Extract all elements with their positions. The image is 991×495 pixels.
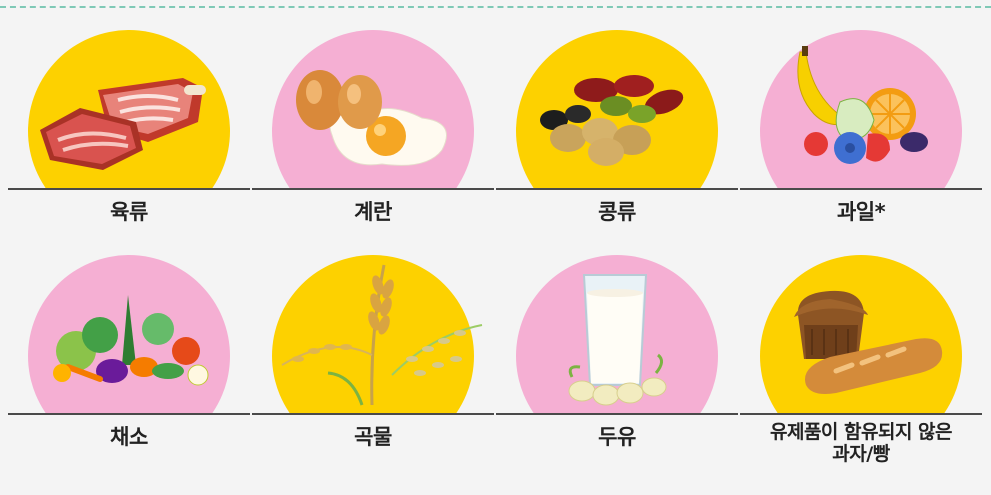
grain-icon <box>281 264 483 406</box>
food-tile-soy-milk: 두유 <box>496 255 738 495</box>
food-label: 콩류 <box>598 200 636 224</box>
divider-line <box>252 413 494 415</box>
food-label: 유제품이 함유되지 않은 과자/빵 <box>740 421 982 465</box>
food-label: 곡물 <box>354 425 392 449</box>
divider-line <box>252 188 494 190</box>
food-label: 두유 <box>598 425 636 449</box>
divider-line <box>740 188 982 190</box>
divider-line <box>8 413 250 415</box>
meat-icon <box>40 78 206 170</box>
food-label-line-1: 유제품이 함유되지 않은 <box>769 421 953 443</box>
soy-milk-icon <box>568 274 667 406</box>
top-dashed-border <box>0 6 991 8</box>
food-label: 계란 <box>354 200 392 224</box>
food-tile-grain: 곡물 <box>252 255 494 495</box>
beans-icon <box>540 75 684 166</box>
bread-icon <box>794 290 943 394</box>
food-label: 과일* <box>836 200 886 224</box>
divider-line <box>740 413 982 415</box>
divider-line <box>496 413 738 415</box>
food-label: 채소 <box>110 425 148 449</box>
food-tile-egg: 계란 <box>252 30 494 270</box>
divider-line <box>8 188 250 190</box>
food-tile-meat: 육류 <box>8 30 250 270</box>
food-tile-dairy-free-snacks: 유제품이 함유되지 않은 과자/빵 <box>740 255 982 495</box>
divider-line <box>496 188 738 190</box>
fruit-icon <box>797 46 928 164</box>
food-tile-beans: 콩류 <box>496 30 738 270</box>
vegetables-icon <box>53 295 209 386</box>
food-tile-vegetables: 채소 <box>8 255 250 495</box>
food-tile-fruit: 과일* <box>740 30 982 270</box>
egg-icon <box>296 70 447 166</box>
food-label: 육류 <box>110 200 148 224</box>
food-label-line-2: 과자/빵 <box>832 443 890 465</box>
